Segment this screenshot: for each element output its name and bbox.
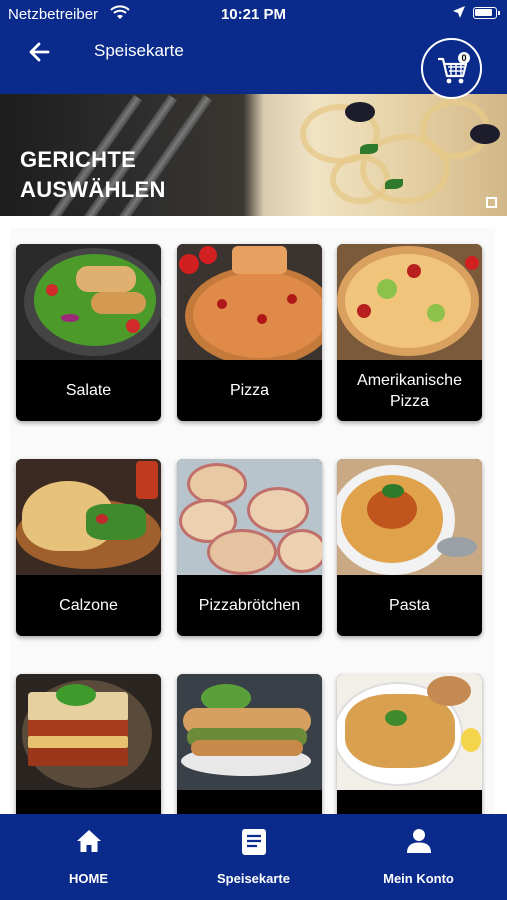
category-image [16,244,161,360]
banner-title: GERICHTE AUSWÄHLEN [20,145,166,205]
category-card-lasagne[interactable] [16,674,161,814]
nav-home[interactable]: HOME [4,814,173,900]
cart-button[interactable]: 0 [421,38,482,99]
category-card-salate[interactable]: Salate [16,244,161,421]
bottom-navigation: HOME Speisekarte Mein Konto [0,814,507,900]
location-icon [452,5,466,23]
category-label: Pasta [389,597,430,614]
category-card-calzone[interactable]: Calzone [16,459,161,636]
arrow-left-icon [29,42,50,62]
banner-line-2: AUSWÄHLEN [20,177,166,202]
status-bar: Netzbetreiber 10:21 PM [0,0,507,30]
user-icon [406,829,431,853]
category-image [16,459,161,575]
cart-count-badge: 0 [458,52,470,64]
category-card-schnitzel[interactable] [337,674,482,814]
nav-speisekarte-label: Speisekarte [217,871,290,886]
back-button[interactable] [26,38,54,66]
category-label: Amerikanische Pizza [357,371,462,410]
category-card-pizza[interactable]: Pizza [177,244,322,421]
battery-icon [473,7,500,19]
banner-line-1: GERICHTE [20,147,137,172]
banner-indicator [486,197,497,208]
nav-mein-konto[interactable]: Mein Konto [334,814,503,900]
category-card-baguette[interactable] [177,674,322,814]
menu-icon [241,829,266,855]
category-card-amerikanische-pizza[interactable]: Amerikanische Pizza [337,244,482,421]
category-image [337,674,482,790]
page-title: Speisekarte [94,41,184,60]
home-icon [76,830,101,852]
category-image [177,674,322,790]
category-image [16,674,161,790]
category-label: Salate [65,382,112,399]
category-label: Pizza [229,382,270,399]
nav-speisekarte[interactable]: Speisekarte [169,814,338,900]
category-label [337,790,482,814]
status-time: 10:21 PM [220,6,287,23]
category-image [177,244,322,360]
category-card-pasta[interactable]: Pasta [337,459,482,636]
category-image [337,244,482,360]
nav-mein-konto-label: Mein Konto [383,871,454,886]
category-label: Calzone [59,597,118,614]
category-label [177,790,322,814]
category-label: Pizzabrötchen [198,597,301,614]
nav-home-label: HOME [69,871,108,886]
category-grid: Salate Pizza Amerikanische Pizza Calzone… [0,216,507,814]
category-image [177,459,322,575]
category-label [16,790,161,814]
category-card-pizzabroetchen[interactable]: Pizzabrötchen [177,459,322,636]
hero-banner: GERICHTE AUSWÄHLEN [0,94,507,216]
category-image [337,459,482,575]
